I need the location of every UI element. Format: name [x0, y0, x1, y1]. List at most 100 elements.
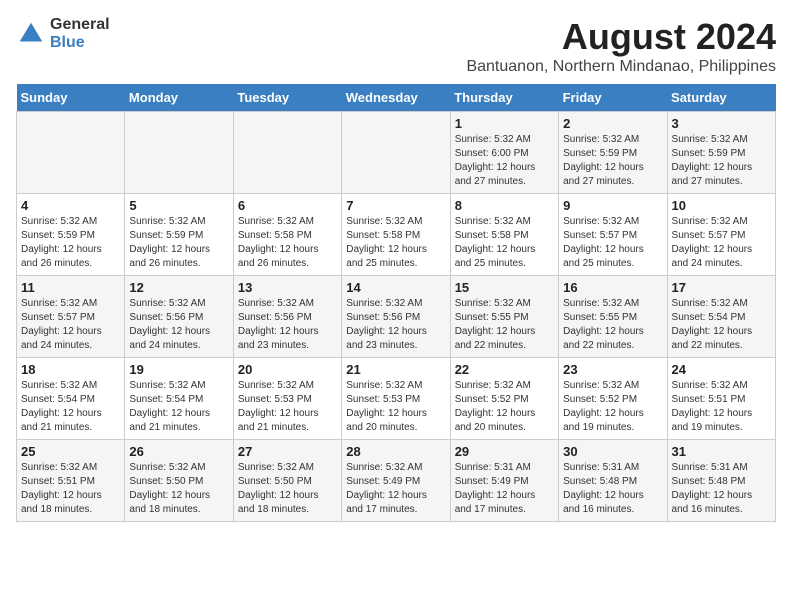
day-number: 3	[672, 116, 771, 131]
day-number: 10	[672, 198, 771, 213]
day-cell: 3 Sunrise: 5:32 AM Sunset: 5:59 PM Daylig…	[667, 112, 775, 194]
day-cell: 5Sunrise: 5:32 AM Sunset: 5:59 PM Daylig…	[125, 194, 233, 276]
day-info: Sunrise: 5:32 AM Sunset: 6:00 PM Dayligh…	[455, 133, 554, 189]
main-title: August 2024	[466, 16, 776, 58]
header-row: SundayMondayTuesdayWednesdayThursdayFrid…	[17, 84, 776, 112]
day-number: 30	[563, 444, 662, 459]
logo-blue: Blue	[50, 34, 110, 52]
day-cell: 26 Sunrise: 5:32 AM Sunset: 5:50 PM Dayli…	[125, 440, 233, 522]
day-number: 8	[455, 198, 554, 213]
day-info: Sunrise: 5:32 AM Sunset: 5:52 PM Dayligh…	[455, 379, 554, 435]
day-cell: 16Sunrise: 5:32 AM Sunset: 5:55 PM Dayli…	[559, 276, 667, 358]
day-info: Sunrise: 5:31 AM Sunset: 5:48 PM Dayligh…	[672, 461, 771, 517]
day-info: Sunrise: 5:32 AM Sunset: 5:52 PM Dayligh…	[563, 379, 662, 435]
col-header-monday: Monday	[125, 84, 233, 112]
day-number: 24	[672, 362, 771, 377]
day-cell: 15Sunrise: 5:32 AM Sunset: 5:55 PM Dayli…	[450, 276, 558, 358]
day-number: 29	[455, 444, 554, 459]
day-number: 21	[346, 362, 445, 377]
day-number: 27	[238, 444, 337, 459]
week-row-5: 25Sunrise: 5:32 AM Sunset: 5:51 PM Dayli…	[17, 440, 776, 522]
logo-text: General Blue	[50, 16, 110, 51]
day-info: Sunrise: 5:32 AM Sunset: 5:56 PM Dayligh…	[129, 297, 228, 353]
logo-general: General	[50, 16, 110, 34]
day-cell: 14 Sunrise: 5:32 AM Sunset: 5:56 PM Dayli…	[342, 276, 450, 358]
week-row-1: 1 Sunrise: 5:32 AM Sunset: 6:00 PM Daylig…	[17, 112, 776, 194]
day-number: 1	[455, 116, 554, 131]
day-number: 23	[563, 362, 662, 377]
day-number: 2	[563, 116, 662, 131]
day-number: 9	[563, 198, 662, 213]
day-cell: 2 Sunrise: 5:32 AM Sunset: 5:59 PM Daylig…	[559, 112, 667, 194]
day-info: Sunrise: 5:32 AM Sunset: 5:51 PM Dayligh…	[672, 379, 771, 435]
day-info: Sunrise: 5:32 AM Sunset: 5:57 PM Dayligh…	[672, 215, 771, 271]
day-cell: 6Sunrise: 5:32 AM Sunset: 5:58 PM Daylig…	[233, 194, 341, 276]
day-cell: 12Sunrise: 5:32 AM Sunset: 5:56 PM Dayli…	[125, 276, 233, 358]
day-cell: 10 Sunrise: 5:32 AM Sunset: 5:57 PM Dayli…	[667, 194, 775, 276]
day-number: 26	[129, 444, 228, 459]
day-cell	[17, 112, 125, 194]
day-info: Sunrise: 5:32 AM Sunset: 5:59 PM Dayligh…	[563, 133, 662, 189]
day-info: Sunrise: 5:32 AM Sunset: 5:54 PM Dayligh…	[129, 379, 228, 435]
day-cell	[342, 112, 450, 194]
week-row-3: 11 Sunrise: 5:32 AM Sunset: 5:57 PM Dayli…	[17, 276, 776, 358]
day-info: Sunrise: 5:32 AM Sunset: 5:50 PM Dayligh…	[129, 461, 228, 517]
day-number: 17	[672, 280, 771, 295]
header: General Blue August 2024 Bantuanon, Nort…	[16, 16, 776, 76]
col-header-tuesday: Tuesday	[233, 84, 341, 112]
day-cell: 13Sunrise: 5:32 AM Sunset: 5:56 PM Dayli…	[233, 276, 341, 358]
day-cell: 7Sunrise: 5:32 AM Sunset: 5:58 PM Daylig…	[342, 194, 450, 276]
day-info: Sunrise: 5:32 AM Sunset: 5:57 PM Dayligh…	[21, 297, 120, 353]
logo-icon	[16, 19, 46, 49]
day-cell: 22 Sunrise: 5:32 AM Sunset: 5:52 PM Dayli…	[450, 358, 558, 440]
day-cell: 1 Sunrise: 5:32 AM Sunset: 6:00 PM Daylig…	[450, 112, 558, 194]
day-info: Sunrise: 5:32 AM Sunset: 5:54 PM Dayligh…	[672, 297, 771, 353]
col-header-sunday: Sunday	[17, 84, 125, 112]
day-number: 4	[21, 198, 120, 213]
day-cell: 25Sunrise: 5:32 AM Sunset: 5:51 PM Dayli…	[17, 440, 125, 522]
day-info: Sunrise: 5:31 AM Sunset: 5:49 PM Dayligh…	[455, 461, 554, 517]
day-cell: 9Sunrise: 5:32 AM Sunset: 5:57 PM Daylig…	[559, 194, 667, 276]
col-header-wednesday: Wednesday	[342, 84, 450, 112]
day-number: 15	[455, 280, 554, 295]
day-cell: 8 Sunrise: 5:32 AM Sunset: 5:58 PM Daylig…	[450, 194, 558, 276]
day-cell: 4 Sunrise: 5:32 AM Sunset: 5:59 PM Daylig…	[17, 194, 125, 276]
day-cell	[125, 112, 233, 194]
day-cell: 21Sunrise: 5:32 AM Sunset: 5:53 PM Dayli…	[342, 358, 450, 440]
day-cell: 28 Sunrise: 5:32 AM Sunset: 5:49 PM Dayli…	[342, 440, 450, 522]
day-info: Sunrise: 5:32 AM Sunset: 5:58 PM Dayligh…	[455, 215, 554, 271]
day-cell: 19 Sunrise: 5:32 AM Sunset: 5:54 PM Dayli…	[125, 358, 233, 440]
day-info: Sunrise: 5:32 AM Sunset: 5:51 PM Dayligh…	[21, 461, 120, 517]
day-cell: 20 Sunrise: 5:32 AM Sunset: 5:53 PM Dayli…	[233, 358, 341, 440]
subtitle: Bantuanon, Northern Mindanao, Philippine…	[466, 58, 776, 76]
day-info: Sunrise: 5:32 AM Sunset: 5:50 PM Dayligh…	[238, 461, 337, 517]
day-info: Sunrise: 5:32 AM Sunset: 5:49 PM Dayligh…	[346, 461, 445, 517]
day-number: 6	[238, 198, 337, 213]
day-cell: 11 Sunrise: 5:32 AM Sunset: 5:57 PM Dayli…	[17, 276, 125, 358]
day-info: Sunrise: 5:32 AM Sunset: 5:58 PM Dayligh…	[346, 215, 445, 271]
day-info: Sunrise: 5:32 AM Sunset: 5:54 PM Dayligh…	[21, 379, 120, 435]
day-cell: 24 Sunrise: 5:32 AM Sunset: 5:51 PM Dayli…	[667, 358, 775, 440]
day-number: 16	[563, 280, 662, 295]
day-cell: 27 Sunrise: 5:32 AM Sunset: 5:50 PM Dayli…	[233, 440, 341, 522]
day-number: 28	[346, 444, 445, 459]
week-row-2: 4 Sunrise: 5:32 AM Sunset: 5:59 PM Daylig…	[17, 194, 776, 276]
calendar-table: SundayMondayTuesdayWednesdayThursdayFrid…	[16, 84, 776, 522]
day-number: 14	[346, 280, 445, 295]
day-number: 13	[238, 280, 337, 295]
day-number: 20	[238, 362, 337, 377]
day-number: 19	[129, 362, 228, 377]
day-info: Sunrise: 5:32 AM Sunset: 5:59 PM Dayligh…	[672, 133, 771, 189]
day-info: Sunrise: 5:32 AM Sunset: 5:59 PM Dayligh…	[21, 215, 120, 271]
day-number: 18	[21, 362, 120, 377]
day-number: 11	[21, 280, 120, 295]
day-cell: 17 Sunrise: 5:32 AM Sunset: 5:54 PM Dayli…	[667, 276, 775, 358]
day-info: Sunrise: 5:32 AM Sunset: 5:53 PM Dayligh…	[238, 379, 337, 435]
title-area: August 2024 Bantuanon, Northern Mindanao…	[466, 16, 776, 76]
day-cell: 23 Sunrise: 5:32 AM Sunset: 5:52 PM Dayli…	[559, 358, 667, 440]
week-row-4: 18 Sunrise: 5:32 AM Sunset: 5:54 PM Dayli…	[17, 358, 776, 440]
day-info: Sunrise: 5:32 AM Sunset: 5:56 PM Dayligh…	[346, 297, 445, 353]
day-number: 22	[455, 362, 554, 377]
day-cell: 30Sunrise: 5:31 AM Sunset: 5:48 PM Dayli…	[559, 440, 667, 522]
day-cell	[233, 112, 341, 194]
